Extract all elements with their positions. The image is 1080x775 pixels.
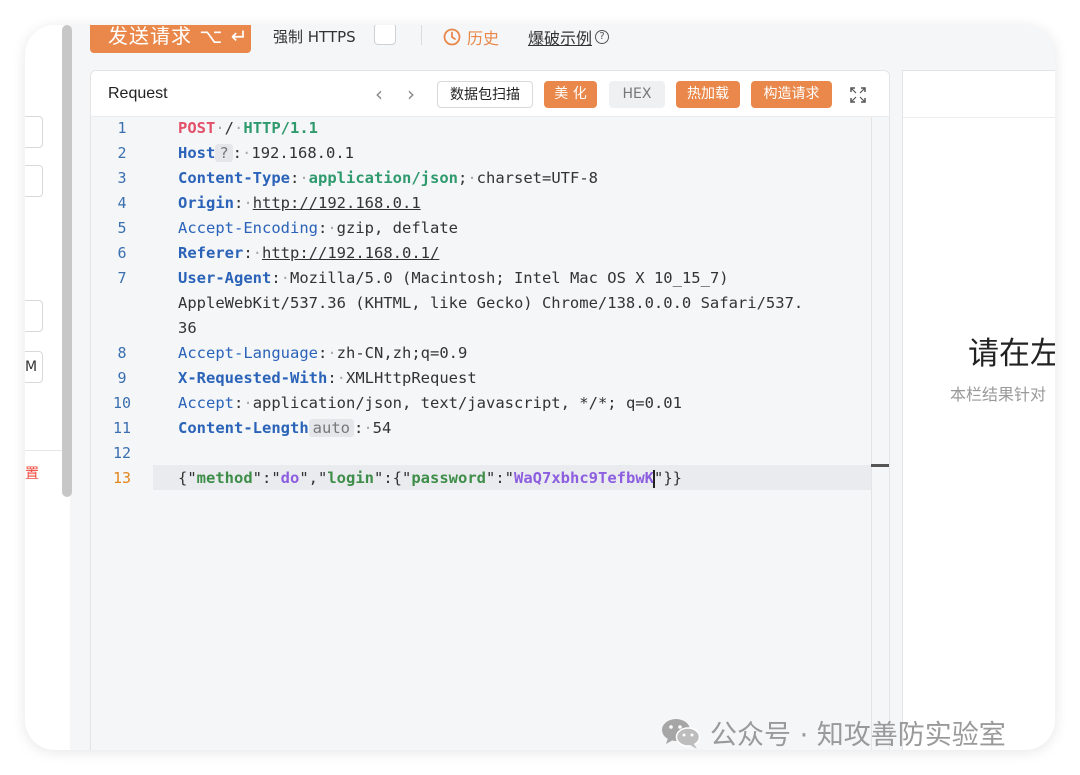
request-header: Request ‹ › 数据包扫描 美 化 HEX 热加载 构造请求 [91, 71, 889, 117]
content-length-auto-badge[interactable]: auto [308, 419, 354, 437]
line-number: 1 [117, 119, 127, 137]
code-line-3: Content-Type:·application/json;·charset=… [178, 169, 598, 187]
header-name: Referer [178, 244, 244, 262]
code-editor[interactable]: 1 2 3 4 5 6 7 8 9 10 11 12 13 POST·/·HTT… [91, 117, 889, 750]
left-scrollbar[interactable] [62, 25, 72, 497]
app-window: M 置 发送请求 ⌥ ↵ 强制 HTTPS 历史 爆破示例 ? Request … [25, 25, 1055, 750]
header-value: 54 [372, 419, 392, 437]
json-value: do [280, 469, 300, 487]
watermark: 公众号 · 知攻善防实验室 [660, 713, 1006, 750]
line-number: 12 [112, 444, 132, 462]
code-line-9: X-Requested-With:·XMLHttpRequest [178, 369, 477, 387]
line-number: 6 [117, 244, 127, 262]
code-line-2: Host?:·192.168.0.1 [178, 144, 355, 162]
line-number: 3 [117, 169, 127, 187]
header-name: Accept-Language [178, 344, 318, 362]
header-value: application/json, text/javascript, */*; … [252, 394, 682, 412]
clock-icon [443, 28, 461, 46]
beautify-button[interactable]: 美 化 [544, 81, 597, 108]
force-https-checkbox[interactable] [374, 25, 396, 45]
header-value: AppleWebKit/537.36 (KHTML, like Gecko) C… [178, 294, 804, 312]
line-number: 2 [117, 144, 127, 162]
response-header-divider [903, 117, 1055, 118]
line-number: 9 [117, 369, 127, 387]
line-number: 8 [117, 344, 127, 362]
left-input-2[interactable] [25, 165, 43, 197]
example-link[interactable]: 爆破示例 ? [528, 25, 610, 49]
code-line-7-wrap: AppleWebKit/537.36 (KHTML, like Gecko) C… [178, 294, 803, 312]
header-value: charset=UTF-8 [476, 169, 598, 187]
http-path: / [224, 119, 235, 137]
http-method: POST [178, 119, 216, 137]
header-name: Accept-Encoding [178, 219, 318, 237]
line-number: 11 [112, 419, 132, 437]
http-protocol: HTTP/1.1 [243, 119, 319, 137]
request-title: Request [108, 85, 168, 102]
expand-icon[interactable] [849, 86, 867, 104]
header-value: zh-CN,zh;q=0.9 [336, 344, 468, 362]
header-name: Accept [178, 394, 234, 412]
response-panel: 请在左 本栏结果针对 [902, 70, 1055, 750]
left-input-3[interactable] [25, 300, 43, 332]
left-red-link[interactable]: 置 [25, 463, 39, 483]
header-value: gzip, deflate [336, 219, 458, 237]
left-input-1[interactable] [25, 116, 43, 148]
header-value-link: http://192.168.0.1 [252, 194, 421, 212]
header-value-type: application/json [308, 169, 458, 187]
hot-load-button[interactable]: 热加载 [676, 81, 740, 108]
header-name: Content-Type [178, 169, 290, 187]
send-request-button[interactable]: 发送请求 ⌥ ↵ [90, 25, 251, 53]
line-number: 5 [117, 219, 127, 237]
code-line-7: User-Agent:·Mozilla/5.0 (Macintosh; Inte… [178, 269, 729, 287]
example-label: 爆破示例 [528, 29, 593, 48]
code-line-5: Accept-Encoding:·gzip, deflate [178, 219, 458, 237]
line-number: 4 [117, 194, 127, 212]
next-arrow-icon[interactable]: › [407, 82, 415, 106]
header-value: Mozilla/5.0 (Macintosh; Intel Mac OS X 1… [290, 269, 729, 287]
line-number: 7 [117, 269, 127, 287]
packet-scan-button[interactable]: 数据包扫描 [437, 81, 533, 108]
code-line-13-body: {"method":"do","login":{"password":"WaQ7… [178, 469, 682, 488]
construct-request-button[interactable]: 构造请求 [751, 81, 832, 108]
history-link[interactable]: 历史 [443, 25, 499, 49]
header-name: X-Requested-With [178, 369, 328, 387]
code-line-11: Content-Length auto:·54 [178, 419, 392, 437]
code-line-1: POST·/·HTTP/1.1 [178, 119, 319, 137]
editor-scroll-marker[interactable] [871, 464, 889, 467]
left-select-text: M [25, 359, 38, 375]
header-value: XMLHttpRequest [346, 369, 477, 387]
json-key: password [411, 469, 486, 487]
header-name: Host [178, 144, 216, 162]
history-label: 历史 [467, 29, 500, 48]
header-name: Origin [178, 194, 234, 212]
header-value: 192.168.0.1 [251, 144, 355, 162]
code-line-6: Referer:·http://192.168.0.1/ [178, 244, 440, 262]
header-value-link: http://192.168.0.1/ [262, 244, 440, 262]
json-password-value: WaQ7xbhc9TefbwK [514, 469, 654, 487]
code-line-7-wrap: 36 [178, 319, 197, 337]
header-name: User-Agent [178, 269, 272, 287]
response-placeholder-title: 请在左 [968, 336, 1055, 372]
code-line-10: Accept:·application/json, text/javascrip… [178, 394, 682, 412]
watermark-text: 公众号 · 知攻善防实验室 [710, 720, 1006, 750]
hex-button[interactable]: HEX [609, 81, 665, 108]
question-icon: ? [595, 30, 610, 44]
code-line-8: Accept-Language:·zh-CN,zh;q=0.9 [178, 344, 468, 362]
host-hint-badge[interactable]: ? [215, 144, 233, 162]
header-value: 36 [178, 319, 197, 337]
force-https-label: 强制 HTTPS [273, 28, 356, 46]
json-key: method [196, 469, 253, 487]
code-line-4: Origin:·http://192.168.0.1 [178, 194, 421, 212]
editor-scroll-track[interactable] [871, 117, 872, 750]
response-placeholder-subtitle: 本栏结果针对 [950, 385, 1047, 404]
line-number-active: 13 [112, 469, 132, 487]
request-panel: Request ‹ › 数据包扫描 美 化 HEX 热加载 构造请求 1 2 3… [90, 70, 890, 750]
toolbar-divider [421, 25, 422, 45]
line-number: 10 [112, 394, 132, 412]
prev-arrow-icon[interactable]: ‹ [375, 82, 383, 106]
header-name: Content-Length [178, 419, 309, 437]
wechat-icon [662, 718, 701, 749]
json-key: login [327, 469, 375, 487]
